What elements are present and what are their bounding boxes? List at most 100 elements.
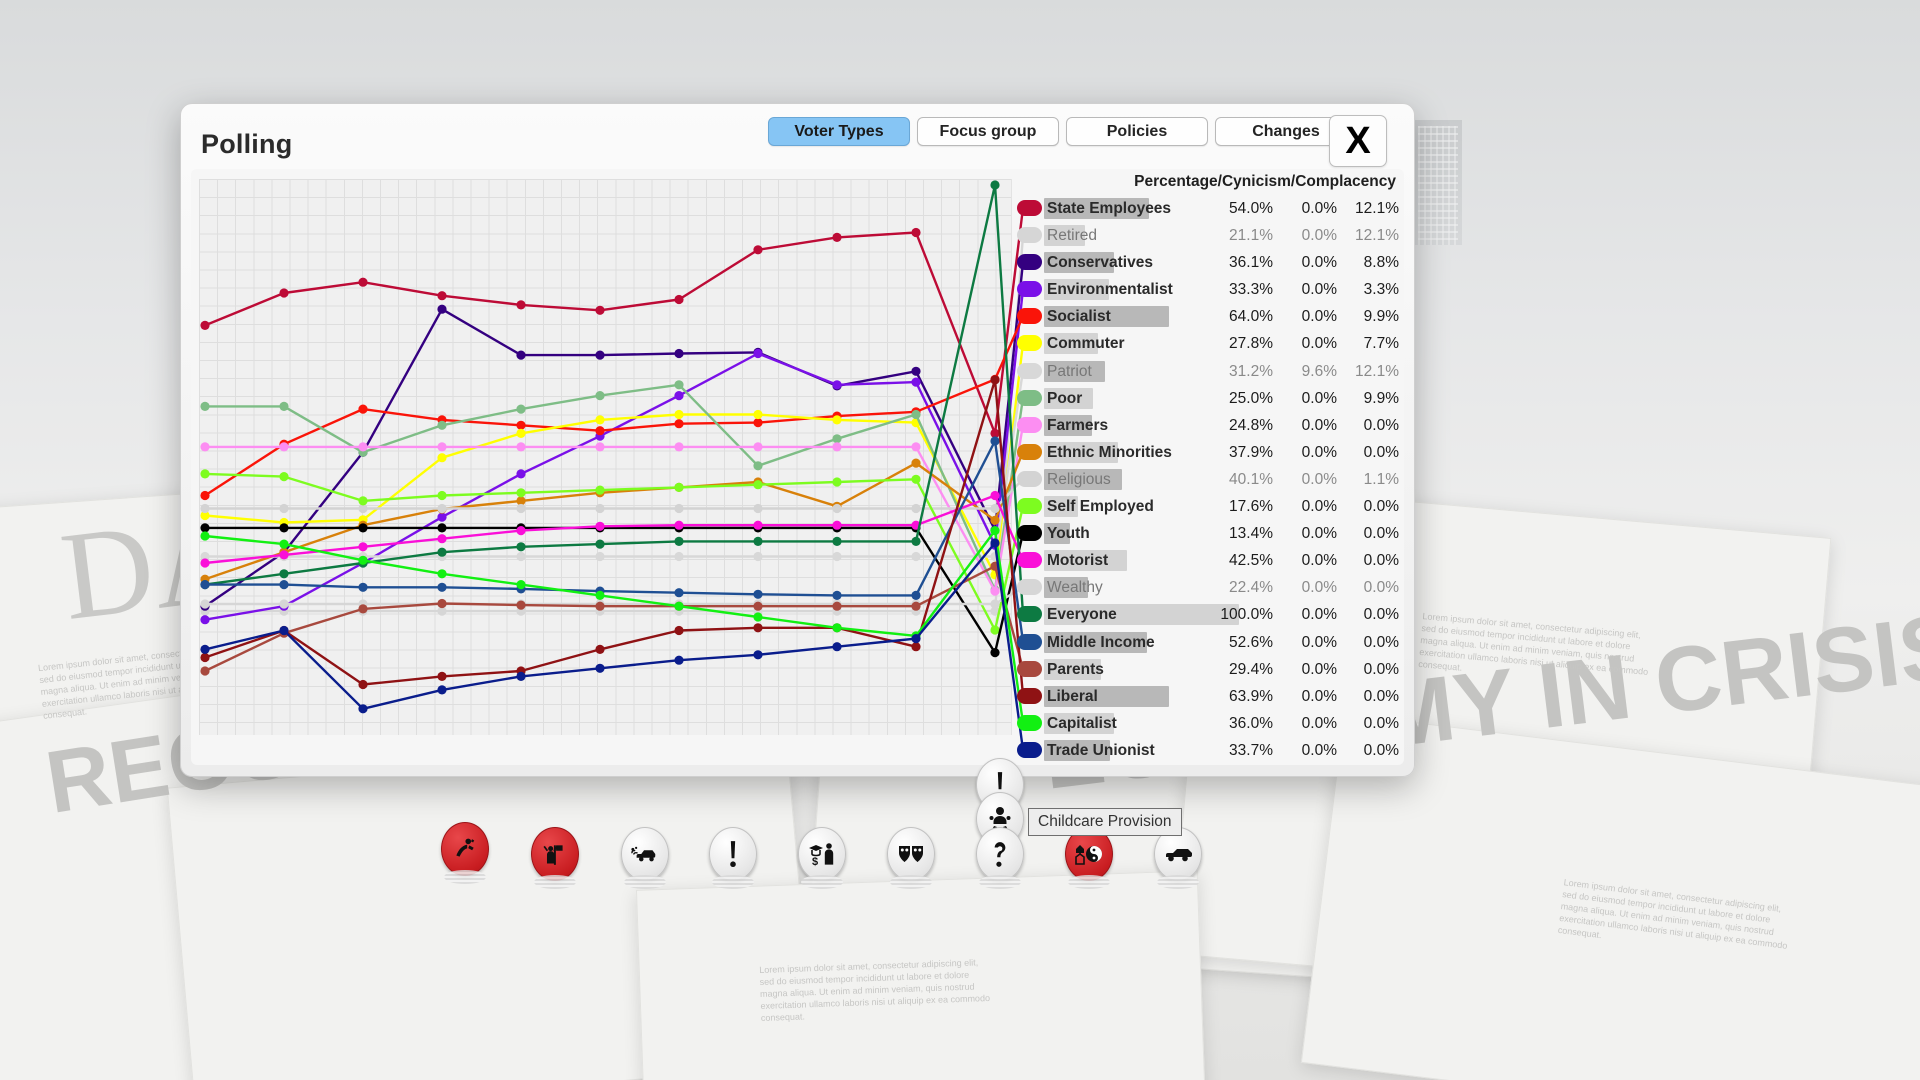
- legend-row[interactable]: Parents 29.4% 0.0% 0.0%: [1017, 656, 1399, 683]
- event-unknown-icon[interactable]: [976, 827, 1024, 889]
- chart-data-point: [516, 350, 526, 360]
- chart-data-point: [358, 542, 368, 552]
- legend-row[interactable]: Religious 40.1% 0.0% 1.1%: [1017, 466, 1399, 493]
- chart-data-point: [279, 288, 289, 298]
- chart-data-point: [911, 366, 921, 376]
- legend-complacency-value: 7.7%: [1363, 335, 1399, 353]
- chart-data-point: [200, 442, 210, 452]
- chart-data-point: [437, 442, 447, 452]
- legend-cynicism-value: 0.0%: [1301, 416, 1337, 434]
- chart-data-point: [516, 542, 526, 552]
- event-culture-icon[interactable]: [887, 827, 935, 889]
- chart-data-point: [437, 512, 447, 522]
- chart-data-point: [200, 490, 210, 501]
- chart-data-point: [990, 490, 1000, 501]
- chart-data-point: [358, 277, 368, 287]
- chart-data-point: [279, 599, 289, 609]
- chart-data-point: [516, 442, 526, 452]
- legend-percentage-value: 24.8%: [1229, 416, 1273, 434]
- legend-percentage-value: 37.9%: [1229, 443, 1273, 461]
- legend-header: Percentage/Cynicism/Complacency: [1134, 173, 1396, 190]
- legend-voter-type-name: Religious: [1047, 470, 1111, 488]
- chart-line-series: [203, 315, 1025, 497]
- legend-cynicism-value: 0.0%: [1301, 687, 1337, 705]
- event-unemployment-icon[interactable]: [531, 827, 579, 889]
- legend-voter-type-name: Retired: [1047, 227, 1097, 245]
- chart-data-point: [437, 304, 447, 314]
- legend-percentage-value: 36.0%: [1229, 714, 1273, 732]
- chart-data-point: [832, 434, 842, 444]
- legend-row[interactable]: Liberal 63.9% 0.0% 0.0%: [1017, 683, 1399, 710]
- chart-data-point: [437, 598, 447, 609]
- legend-color-swatch: [1017, 660, 1042, 677]
- chart-data-point: [753, 623, 763, 633]
- icon-stack-shadow: [1157, 875, 1199, 889]
- legend-row[interactable]: Everyone 100.0% 0.0% 0.0%: [1017, 601, 1399, 628]
- chart-data-point: [832, 503, 842, 514]
- event-crime-icon[interactable]: [441, 822, 489, 884]
- legend-percentage-value: 64.0%: [1229, 308, 1273, 326]
- legend-row[interactable]: Youth 13.4% 0.0% 0.0%: [1017, 520, 1399, 547]
- chart-data-point: [595, 590, 605, 600]
- legend-row[interactable]: Socialist 64.0% 0.0% 9.9%: [1017, 303, 1399, 330]
- legend-percentage-value: 13.4%: [1229, 525, 1273, 543]
- event-alert-icon[interactable]: [709, 827, 757, 889]
- legend-cynicism-value: 0.0%: [1301, 714, 1337, 732]
- event-education-icon[interactable]: $: [798, 827, 846, 889]
- legend-row[interactable]: State Employees 54.0% 0.0% 12.1%: [1017, 195, 1399, 222]
- legend-row[interactable]: Motorist 42.5% 0.0% 0.0%: [1017, 547, 1399, 574]
- chart-data-point: [990, 180, 1000, 190]
- chart-data-point: [279, 569, 289, 579]
- legend-complacency-value: 0.0%: [1363, 416, 1399, 434]
- chart-data-point: [437, 685, 447, 695]
- tab-voter-types[interactable]: Voter Types: [768, 117, 910, 146]
- chart-data-point: [595, 426, 605, 436]
- legend-row[interactable]: Poor 25.0% 0.0% 9.9%: [1017, 385, 1399, 412]
- legend-cynicism-value: 9.6%: [1301, 362, 1337, 380]
- chart-data-point: [595, 305, 605, 315]
- chart-data-point: [753, 520, 763, 530]
- legend-row[interactable]: Conservatives 36.1% 0.0% 8.8%: [1017, 249, 1399, 276]
- chart-data-point: [437, 582, 447, 592]
- legend-color-swatch: [1017, 606, 1042, 623]
- legend-row[interactable]: Middle Income 52.6% 0.0% 0.0%: [1017, 629, 1399, 656]
- legend-complacency-value: 12.1%: [1355, 227, 1399, 245]
- legend-row[interactable]: Wealthy 22.4% 0.0% 0.0%: [1017, 574, 1399, 601]
- tab-focus-group[interactable]: Focus group: [917, 117, 1059, 146]
- chart-data-point: [437, 569, 447, 579]
- chart-data-point: [832, 442, 842, 452]
- chart-data-point: [911, 458, 921, 468]
- chart-data-point: [279, 580, 289, 590]
- chart-line-series: [203, 529, 1025, 725]
- legend-percentage-value: 27.8%: [1229, 335, 1273, 353]
- legend-row[interactable]: Trade Unionist 33.7% 0.0% 0.0%: [1017, 737, 1399, 764]
- legend-color-swatch: [1017, 389, 1042, 406]
- close-button[interactable]: X: [1329, 115, 1387, 167]
- chart-data-point: [911, 634, 921, 644]
- event-pollution-icon[interactable]: [621, 827, 669, 889]
- legend-row[interactable]: Ethnic Minorities 37.9% 0.0% 0.0%: [1017, 439, 1399, 466]
- chart-data-point: [437, 420, 447, 430]
- legend-row[interactable]: Commuter 27.8% 0.0% 7.7%: [1017, 330, 1399, 357]
- legend-voter-type-name: Ethnic Minorities: [1047, 443, 1172, 461]
- legend-color-swatch: [1017, 470, 1042, 487]
- legend-row[interactable]: Retired 21.1% 0.0% 12.1%: [1017, 222, 1399, 249]
- chart-data-point: [595, 415, 605, 425]
- legend-voter-type-name: Farmers: [1047, 416, 1109, 434]
- legend-row[interactable]: Farmers 24.8% 0.0% 0.0%: [1017, 412, 1399, 439]
- legend-row[interactable]: Self Employed 17.6% 0.0% 0.0%: [1017, 493, 1399, 520]
- legend-row[interactable]: Capitalist 36.0% 0.0% 0.0%: [1017, 710, 1399, 737]
- chart-data-point: [516, 580, 526, 590]
- chart-data-point: [200, 503, 210, 514]
- polling-chart-panel: Percentage/Cynicism/Complacency State Em…: [191, 169, 1404, 889]
- chart-data-point: [358, 442, 368, 452]
- legend-color-swatch: [1017, 281, 1042, 298]
- chart-data-point: [595, 644, 605, 654]
- tab-policies[interactable]: Policies: [1066, 117, 1208, 146]
- legend-row[interactable]: Environmentalist 33.3% 0.0% 3.3%: [1017, 276, 1399, 303]
- chart-data-point: [358, 523, 368, 533]
- chart-data-point: [200, 320, 210, 330]
- icon-stack-shadow: [534, 875, 576, 889]
- legend-row[interactable]: Patriot 31.2% 9.6% 12.1%: [1017, 358, 1399, 385]
- legend-voter-type-name: Wealthy: [1047, 579, 1103, 597]
